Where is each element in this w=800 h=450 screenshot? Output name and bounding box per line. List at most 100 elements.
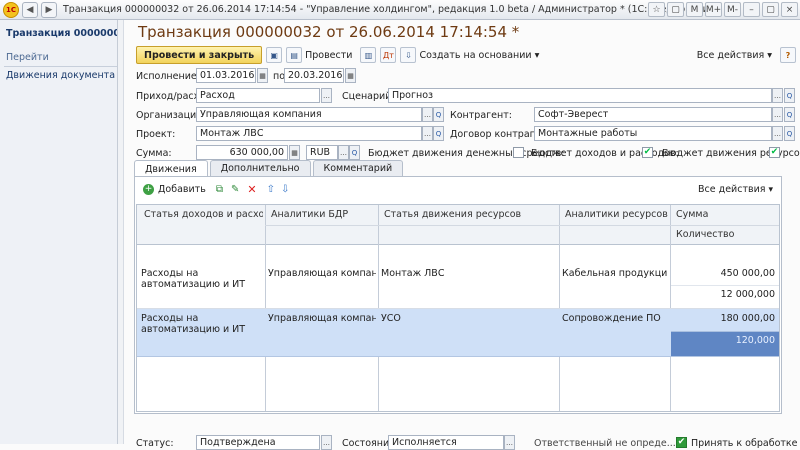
post-button[interactable]: Провести <box>305 50 352 61</box>
close-icon[interactable]: × <box>781 2 798 17</box>
column-header-bdr[interactable]: Аналитики БДР <box>268 209 376 220</box>
memory-minus-icon[interactable]: M- <box>724 2 741 17</box>
window-controls: ☆ ▢ M M+ M- – ▢ × <box>646 2 798 17</box>
currency-field[interactable]: RUB <box>306 145 338 160</box>
copy-icon[interactable]: ⧉ <box>216 184 223 195</box>
state-field[interactable]: Исполняется <box>388 435 504 450</box>
select-icon[interactable]: … <box>772 107 783 122</box>
select-icon[interactable]: … <box>772 126 783 141</box>
scenario-label: Сценарий: <box>342 91 395 102</box>
document-form: Транзакция 000000032 от 26.06.2014 17:14… <box>124 20 800 450</box>
open-icon[interactable]: Q <box>433 107 444 122</box>
amount-field[interactable]: 630 000,00 <box>196 145 288 160</box>
back-icon[interactable]: ◀ <box>22 1 38 18</box>
row1-sum: 450 000,00 <box>720 268 775 279</box>
post-and-close-button[interactable]: Провести и закрыть <box>136 46 263 64</box>
row1-resource-article: Монтаж ЛВС <box>381 268 445 279</box>
income-budget-label: Бюджет доходов и расходов: <box>531 148 679 159</box>
create-based-chevron-icon[interactable]: ▾ <box>535 50 540 61</box>
select-icon[interactable]: … <box>321 435 332 450</box>
post-icon[interactable]: ▤ <box>286 47 303 63</box>
column-header-resource-analytics[interactable]: Аналитики ресурсов <box>562 209 668 220</box>
forward-icon[interactable]: ▶ <box>41 1 57 18</box>
delete-icon[interactable]: ✕ <box>247 183 256 196</box>
create-based-icon[interactable]: ⇩ <box>400 47 417 63</box>
add-button[interactable]: Добавить <box>158 184 206 195</box>
status-field[interactable]: Подтверждена <box>196 435 320 450</box>
counterparty-field[interactable]: Софт-Эверест <box>534 107 772 122</box>
nav-link-document-movements[interactable]: Движения документа <box>0 67 117 84</box>
organization-label: Организация: <box>136 110 206 121</box>
select-icon[interactable]: … <box>338 145 349 160</box>
scenario-field[interactable]: Прогноз <box>388 88 772 103</box>
select-icon[interactable]: … <box>772 88 783 103</box>
cash-budget-checkbox[interactable] <box>513 147 524 158</box>
open-icon[interactable]: Q <box>784 126 795 141</box>
resource-budget-checkbox[interactable]: ✔ <box>769 147 780 158</box>
add-icon[interactable]: + <box>143 184 154 195</box>
tab-comment[interactable]: Комментарий <box>312 160 404 176</box>
open-icon[interactable]: Q <box>784 88 795 103</box>
help-button[interactable]: ? <box>780 47 796 63</box>
calculator-icon[interactable]: ▦ <box>289 145 300 160</box>
nav-document-title[interactable]: Транзакция 00000003... <box>0 25 117 42</box>
row2-qty: 120,000 <box>735 335 775 346</box>
tab-movements[interactable]: Движения <box>134 160 208 177</box>
income-expense-field[interactable]: Расход <box>196 88 320 103</box>
select-icon[interactable]: … <box>422 126 433 141</box>
column-header-article[interactable]: Статья доходов и расходов <box>141 209 263 220</box>
row1-qty: 12 000,000 <box>720 289 775 300</box>
nav-section-go: Перейти <box>4 49 117 67</box>
column-header-sum[interactable]: Сумма <box>673 209 779 220</box>
row2-resource-analytics: Сопровождение ПО <box>562 313 661 324</box>
all-actions-chevron-icon[interactable]: ▾ <box>767 50 772 61</box>
minimize-icon[interactable]: – <box>743 2 760 17</box>
income-budget-checkbox[interactable]: ✔ <box>642 147 653 158</box>
tab-panel-movements: + Добавить ⧉ ✎ ✕ ⇧ ⇩ Все действия ▾ Стат… <box>134 176 782 414</box>
memory-plus-icon[interactable]: M+ <box>705 2 722 17</box>
select-icon[interactable]: … <box>504 435 515 450</box>
move-up-icon[interactable]: ⇧ <box>267 184 275 195</box>
row1-resource-analytics: Кабельная продукция <box>562 268 668 279</box>
row1-bdr: Управляющая компания <box>268 268 376 279</box>
row2-resource-article: УСО <box>381 313 401 324</box>
amount-label: Сумма: <box>136 148 172 159</box>
contract-field[interactable]: Монтажные работы <box>534 126 772 141</box>
tab-additional[interactable]: Дополнительно <box>209 160 311 176</box>
grid-all-actions-menu[interactable]: Все действия <box>698 184 765 195</box>
page-title: Транзакция 000000032 от 26.06.2014 17:14… <box>138 23 520 41</box>
toolbar: Провести и закрыть ▣ ▤ Провести ▥ Дт ⇩ С… <box>136 45 796 65</box>
column-header-resource-article[interactable]: Статья движения ресурсов <box>381 209 557 220</box>
create-based-button[interactable]: Создать на основании <box>419 50 531 61</box>
grid-toolbar: + Добавить ⧉ ✎ ✕ ⇧ ⇩ Все действия ▾ <box>143 183 773 196</box>
window-title: Транзакция 000000032 от 26.06.2014 17:14… <box>63 4 719 15</box>
favorite-icon[interactable]: ☆ <box>648 2 665 17</box>
maximize-icon[interactable]: ▢ <box>762 2 779 17</box>
edit-icon[interactable]: ✎ <box>231 184 239 195</box>
project-field[interactable]: Монтаж ЛВС <box>196 126 422 141</box>
open-icon[interactable]: Q <box>349 145 360 160</box>
execution-from-field[interactable]: 01.03.2016 <box>196 68 256 83</box>
accept-checkbox[interactable]: ✔ <box>676 437 687 448</box>
all-actions-menu[interactable]: Все действия <box>697 50 764 61</box>
select-icon[interactable]: … <box>422 107 433 122</box>
execution-to-field[interactable]: 20.03.2016 <box>284 68 344 83</box>
save-icon[interactable]: ▣ <box>266 47 283 63</box>
open-icon[interactable]: Q <box>784 107 795 122</box>
grid-all-actions-chevron-icon[interactable]: ▾ <box>768 185 773 195</box>
calendar-icon[interactable]: ▦ <box>257 68 268 83</box>
open-icon[interactable]: Q <box>433 126 444 141</box>
calc-icon[interactable]: ▢ <box>667 2 684 17</box>
move-down-icon[interactable]: ⇩ <box>281 184 289 195</box>
title-bar: 1C ◀ ▶ Транзакция 000000032 от 26.06.201… <box>0 0 800 20</box>
memory-icon[interactable]: M <box>686 2 703 17</box>
app-logo-icon[interactable]: 1C <box>3 1 19 18</box>
report-icon[interactable]: ▥ <box>360 47 377 63</box>
row1-article: Расходы на автоматизацию и ИТ <box>141 268 246 290</box>
column-header-qty[interactable]: Количество <box>673 229 779 240</box>
calendar-icon[interactable]: ▦ <box>345 68 356 83</box>
dt-kt-icon[interactable]: Дт <box>380 47 397 63</box>
row2-bdr: Управляющая компания <box>268 313 376 324</box>
select-icon[interactable]: … <box>321 88 332 103</box>
organization-field[interactable]: Управляющая компания <box>196 107 422 122</box>
